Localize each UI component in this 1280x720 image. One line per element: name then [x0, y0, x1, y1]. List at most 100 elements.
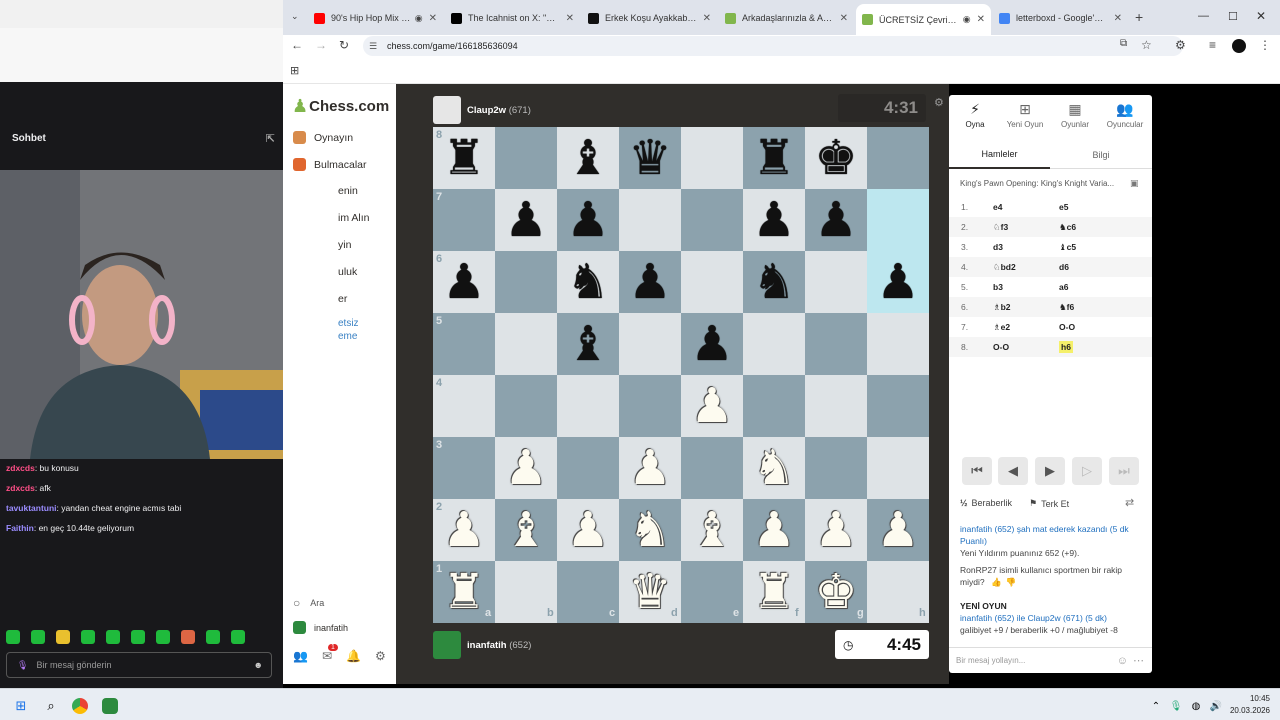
black-pawn-f7[interactable]: ♟	[743, 189, 805, 251]
white-move[interactable]: d3	[993, 242, 1003, 252]
square-b4[interactable]	[495, 375, 557, 437]
profile-avatar[interactable]	[1232, 39, 1246, 53]
bottom-player-avatar[interactable]	[433, 631, 461, 659]
square-d7[interactable]	[619, 189, 681, 251]
nav-profile[interactable]: inanfatih	[293, 621, 348, 634]
new-tab-button[interactable]: +	[1135, 9, 1143, 25]
chess-board[interactable]: ♜ ♝ ♛ ♜ ♚ ♟ ♟ ♟ ♟ ♟ ♞ ♟ ♞ ♟ ♝ ♟ ♟ ♟ ♟ ♞ ♟ ♝ ♟ ♞ ♝ ♟ ♟ ♟ ♜ ♛ ♜ ♚ 8 7 6 5 4 3 2 1…	[433, 127, 929, 623]
tab-search-icon[interactable]: ⌄	[291, 11, 299, 22]
book-icon[interactable]: ▣	[1130, 178, 1139, 189]
black-knight-f6[interactable]: ♞	[743, 251, 805, 313]
maximize-button[interactable]: ☐	[1228, 10, 1238, 23]
next-move-button[interactable]: ▶	[1035, 457, 1065, 485]
white-move[interactable]: O-O	[993, 342, 1009, 352]
white-move[interactable]: ♗b2	[993, 302, 1011, 313]
close-window-button[interactable]: ✕	[1256, 9, 1266, 23]
white-move[interactable]: ♘bd2	[993, 262, 1016, 273]
close-tab-icon[interactable]: ✕	[840, 13, 848, 24]
subtab-moves[interactable]: Hamleler	[949, 141, 1050, 169]
black-move[interactable]: O-O	[1059, 322, 1075, 332]
thumbs-down-icon[interactable]: 👎	[1006, 577, 1017, 587]
square-c3[interactable]	[557, 437, 619, 499]
subtab-info[interactable]: Bilgi	[1050, 141, 1152, 169]
square-b5[interactable]	[495, 313, 557, 375]
tray-chevron-icon[interactable]: ⌃	[1146, 696, 1166, 716]
square-f5[interactable]	[743, 313, 805, 375]
browser-tab[interactable]: The Icahnist on X: "The st✕	[445, 5, 580, 31]
apps-icon[interactable]: ⊞	[290, 64, 299, 77]
start-icon[interactable]: ⊞	[11, 696, 31, 716]
black-move[interactable]: d6	[1059, 262, 1069, 272]
network-icon[interactable]: ◍	[1186, 696, 1206, 716]
bottom-player-name[interactable]: inanfatih	[467, 640, 507, 651]
black-pawn-e5[interactable]: ♟	[681, 313, 743, 375]
nav-watch[interactable]: yin	[338, 239, 351, 251]
white-move[interactable]: e4	[993, 202, 1002, 212]
black-pawn-g7[interactable]: ♟	[805, 189, 867, 251]
black-rook-f8[interactable]: ♜	[743, 127, 805, 189]
messages-icon[interactable]: ✉ 1	[322, 644, 338, 663]
panel-tab-0[interactable]: ⚡ Oyna	[950, 101, 1000, 129]
white-move[interactable]: ♘f3	[993, 222, 1008, 233]
top-player-name[interactable]: Claup2w	[467, 105, 506, 116]
resign-button[interactable]: ⚑ Terk Et	[1029, 498, 1069, 509]
square-c4[interactable]	[557, 375, 619, 437]
url-field[interactable]: ☰ chess.com/game/166185636094	[363, 36, 1183, 56]
white-pawn-f2[interactable]: ♟	[743, 499, 805, 561]
nav-train[interactable]: im Alın	[338, 212, 370, 224]
search-icon[interactable]: ⌕	[41, 696, 61, 716]
browser-tab[interactable]: letterboxd - Google'da Ara✕	[993, 5, 1128, 31]
last-move-button[interactable]: ⏭	[1109, 457, 1139, 485]
emoji-icon[interactable]: ☻	[254, 660, 263, 670]
clock-area[interactable]: 10:45 20.03.2026	[1226, 693, 1270, 717]
close-tab-icon[interactable]: ✕	[977, 14, 985, 25]
square-f4[interactable]	[743, 375, 805, 437]
bookmark-star-icon[interactable]: ☆	[1141, 38, 1152, 52]
audio-icon[interactable]: ◉	[963, 14, 971, 25]
nav-puzzles[interactable]: Bulmacalar	[293, 158, 367, 171]
square-g4[interactable]	[805, 375, 867, 437]
black-move[interactable]: ♞c6	[1059, 222, 1076, 233]
black-move[interactable]: h6	[1059, 341, 1073, 353]
white-knight-f3[interactable]: ♞	[743, 437, 805, 499]
square-h5[interactable]	[867, 313, 929, 375]
square-a7[interactable]	[433, 189, 495, 251]
menu-icon[interactable]: ⋮	[1259, 38, 1271, 52]
square-h3[interactable]	[867, 437, 929, 499]
black-bishop-c5[interactable]: ♝	[557, 313, 619, 375]
square-a3[interactable]	[433, 437, 495, 499]
audio-icon[interactable]: ◉	[415, 13, 423, 24]
next-disabled-button[interactable]: ▷	[1072, 457, 1102, 485]
black-move[interactable]: ♞f6	[1059, 302, 1074, 313]
square-g3[interactable]	[805, 437, 867, 499]
browser-tab[interactable]: Erkek Koşu Ayakkabı Mod✕	[582, 5, 717, 31]
media-icon[interactable]: ≡	[1209, 38, 1216, 52]
nav-learn[interactable]: enin	[338, 185, 358, 197]
close-tab-icon[interactable]: ✕	[1114, 13, 1122, 24]
bell-icon[interactable]: 🔔	[346, 649, 361, 663]
minimize-button[interactable]: —	[1198, 10, 1209, 22]
nav-free-trial[interactable]: etsiz	[338, 318, 359, 329]
nav-play[interactable]: Oynayın	[293, 131, 353, 144]
square-b8[interactable]	[495, 127, 557, 189]
square-b6[interactable]	[495, 251, 557, 313]
nav-search[interactable]: ○ Ara	[293, 596, 324, 610]
white-pawn-b3[interactable]: ♟	[495, 437, 557, 499]
game-chat-input[interactable]: Bir mesaj yollayın... ☺ ⋯	[949, 647, 1152, 673]
black-move[interactable]: ♝c5	[1059, 242, 1076, 253]
close-tab-icon[interactable]: ✕	[429, 13, 437, 24]
square-e3[interactable]	[681, 437, 743, 499]
reload-icon[interactable]: ↻	[339, 38, 349, 52]
white-bishop-e2[interactable]: ♝	[681, 499, 743, 561]
black-rook-a8[interactable]: ♜	[433, 127, 495, 189]
close-tab-icon[interactable]: ✕	[703, 13, 711, 24]
prev-move-button[interactable]: ◀	[998, 457, 1028, 485]
swap-icon[interactable]: ⇄	[1125, 496, 1134, 509]
square-e7[interactable]	[681, 189, 743, 251]
white-move[interactable]: ♗e2	[993, 322, 1010, 333]
chesscom-logo[interactable]: ♟ Chess.com	[292, 96, 389, 117]
square-g5[interactable]	[805, 313, 867, 375]
settings-gear-icon[interactable]: ⚙	[375, 649, 386, 663]
square-d5[interactable]	[619, 313, 681, 375]
panel-tab-2[interactable]: ▦ Oyunlar	[1050, 101, 1100, 129]
